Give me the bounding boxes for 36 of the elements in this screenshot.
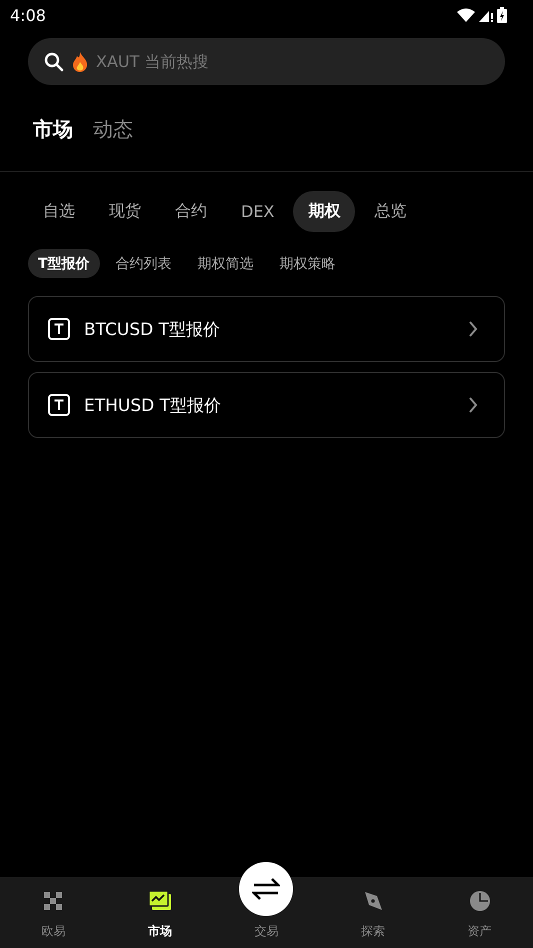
sub-tab[interactable]: 合约列表 xyxy=(106,249,182,278)
category-tab[interactable]: 现货 xyxy=(94,191,156,232)
category-tab[interactable]: 期权 xyxy=(293,191,356,232)
category-tab[interactable]: DEX xyxy=(226,191,290,232)
pie-chart-icon xyxy=(468,890,491,912)
search-icon xyxy=(44,52,64,72)
wifi-icon xyxy=(457,8,475,22)
search-bar[interactable]: XAUT 当前热搜 xyxy=(28,38,505,85)
nav-item[interactable]: 交易 xyxy=(213,862,320,948)
sub-tab[interactable]: T型报价 xyxy=(28,249,100,278)
battery-icon xyxy=(497,7,507,23)
compass-icon xyxy=(362,890,384,912)
category-tab[interactable]: 总览 xyxy=(359,191,422,232)
t-box-icon xyxy=(48,318,70,340)
nav-item[interactable]: 探索 xyxy=(320,877,426,948)
list-item-title: ETHUSD T型报价 xyxy=(84,394,222,416)
page-tab[interactable]: 动态 xyxy=(93,116,133,142)
sub-tab[interactable]: 期权策略 xyxy=(270,249,346,278)
page-tab[interactable]: 市场 xyxy=(33,116,73,142)
chevron-right-icon xyxy=(468,397,478,413)
sub-tab[interactable]: 期权简选 xyxy=(188,249,264,278)
fire-icon xyxy=(72,52,88,72)
category-tab[interactable]: 合约 xyxy=(160,191,222,232)
t-box-icon xyxy=(48,394,70,416)
category-tab[interactable]: 自选 xyxy=(28,191,90,232)
nav-item[interactable]: 资产 xyxy=(426,877,533,948)
status-time: 4:08 xyxy=(10,6,46,24)
list-item-title: BTCUSD T型报价 xyxy=(84,318,222,340)
chevron-right-icon xyxy=(468,321,478,337)
checker-grid-icon xyxy=(43,891,64,911)
nav-item[interactable]: 欧易 xyxy=(0,877,107,948)
nav-item[interactable]: 市场 xyxy=(106,877,214,948)
search-field[interactable]: XAUT 当前热搜 xyxy=(96,52,489,71)
list-card[interactable]: ETHUSD T型报价 xyxy=(28,372,505,438)
chart-cards-icon xyxy=(148,890,172,912)
list-card[interactable]: BTCUSD T型报价 xyxy=(28,296,505,362)
